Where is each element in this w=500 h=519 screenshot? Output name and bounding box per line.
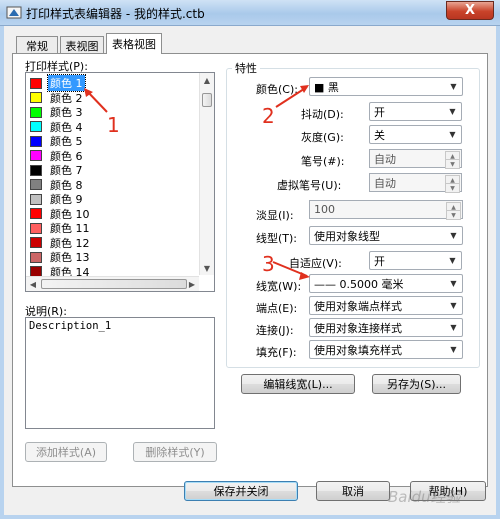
- watermark: Baidu经验: [388, 488, 461, 506]
- annotation-layer: [84, 85, 310, 280]
- annotation-number-2: 2: [262, 104, 275, 128]
- annotation-number-3: 3: [262, 252, 275, 276]
- tab-form-view[interactable]: 表格视图: [106, 33, 162, 54]
- annotation-number-1: 1: [107, 113, 120, 137]
